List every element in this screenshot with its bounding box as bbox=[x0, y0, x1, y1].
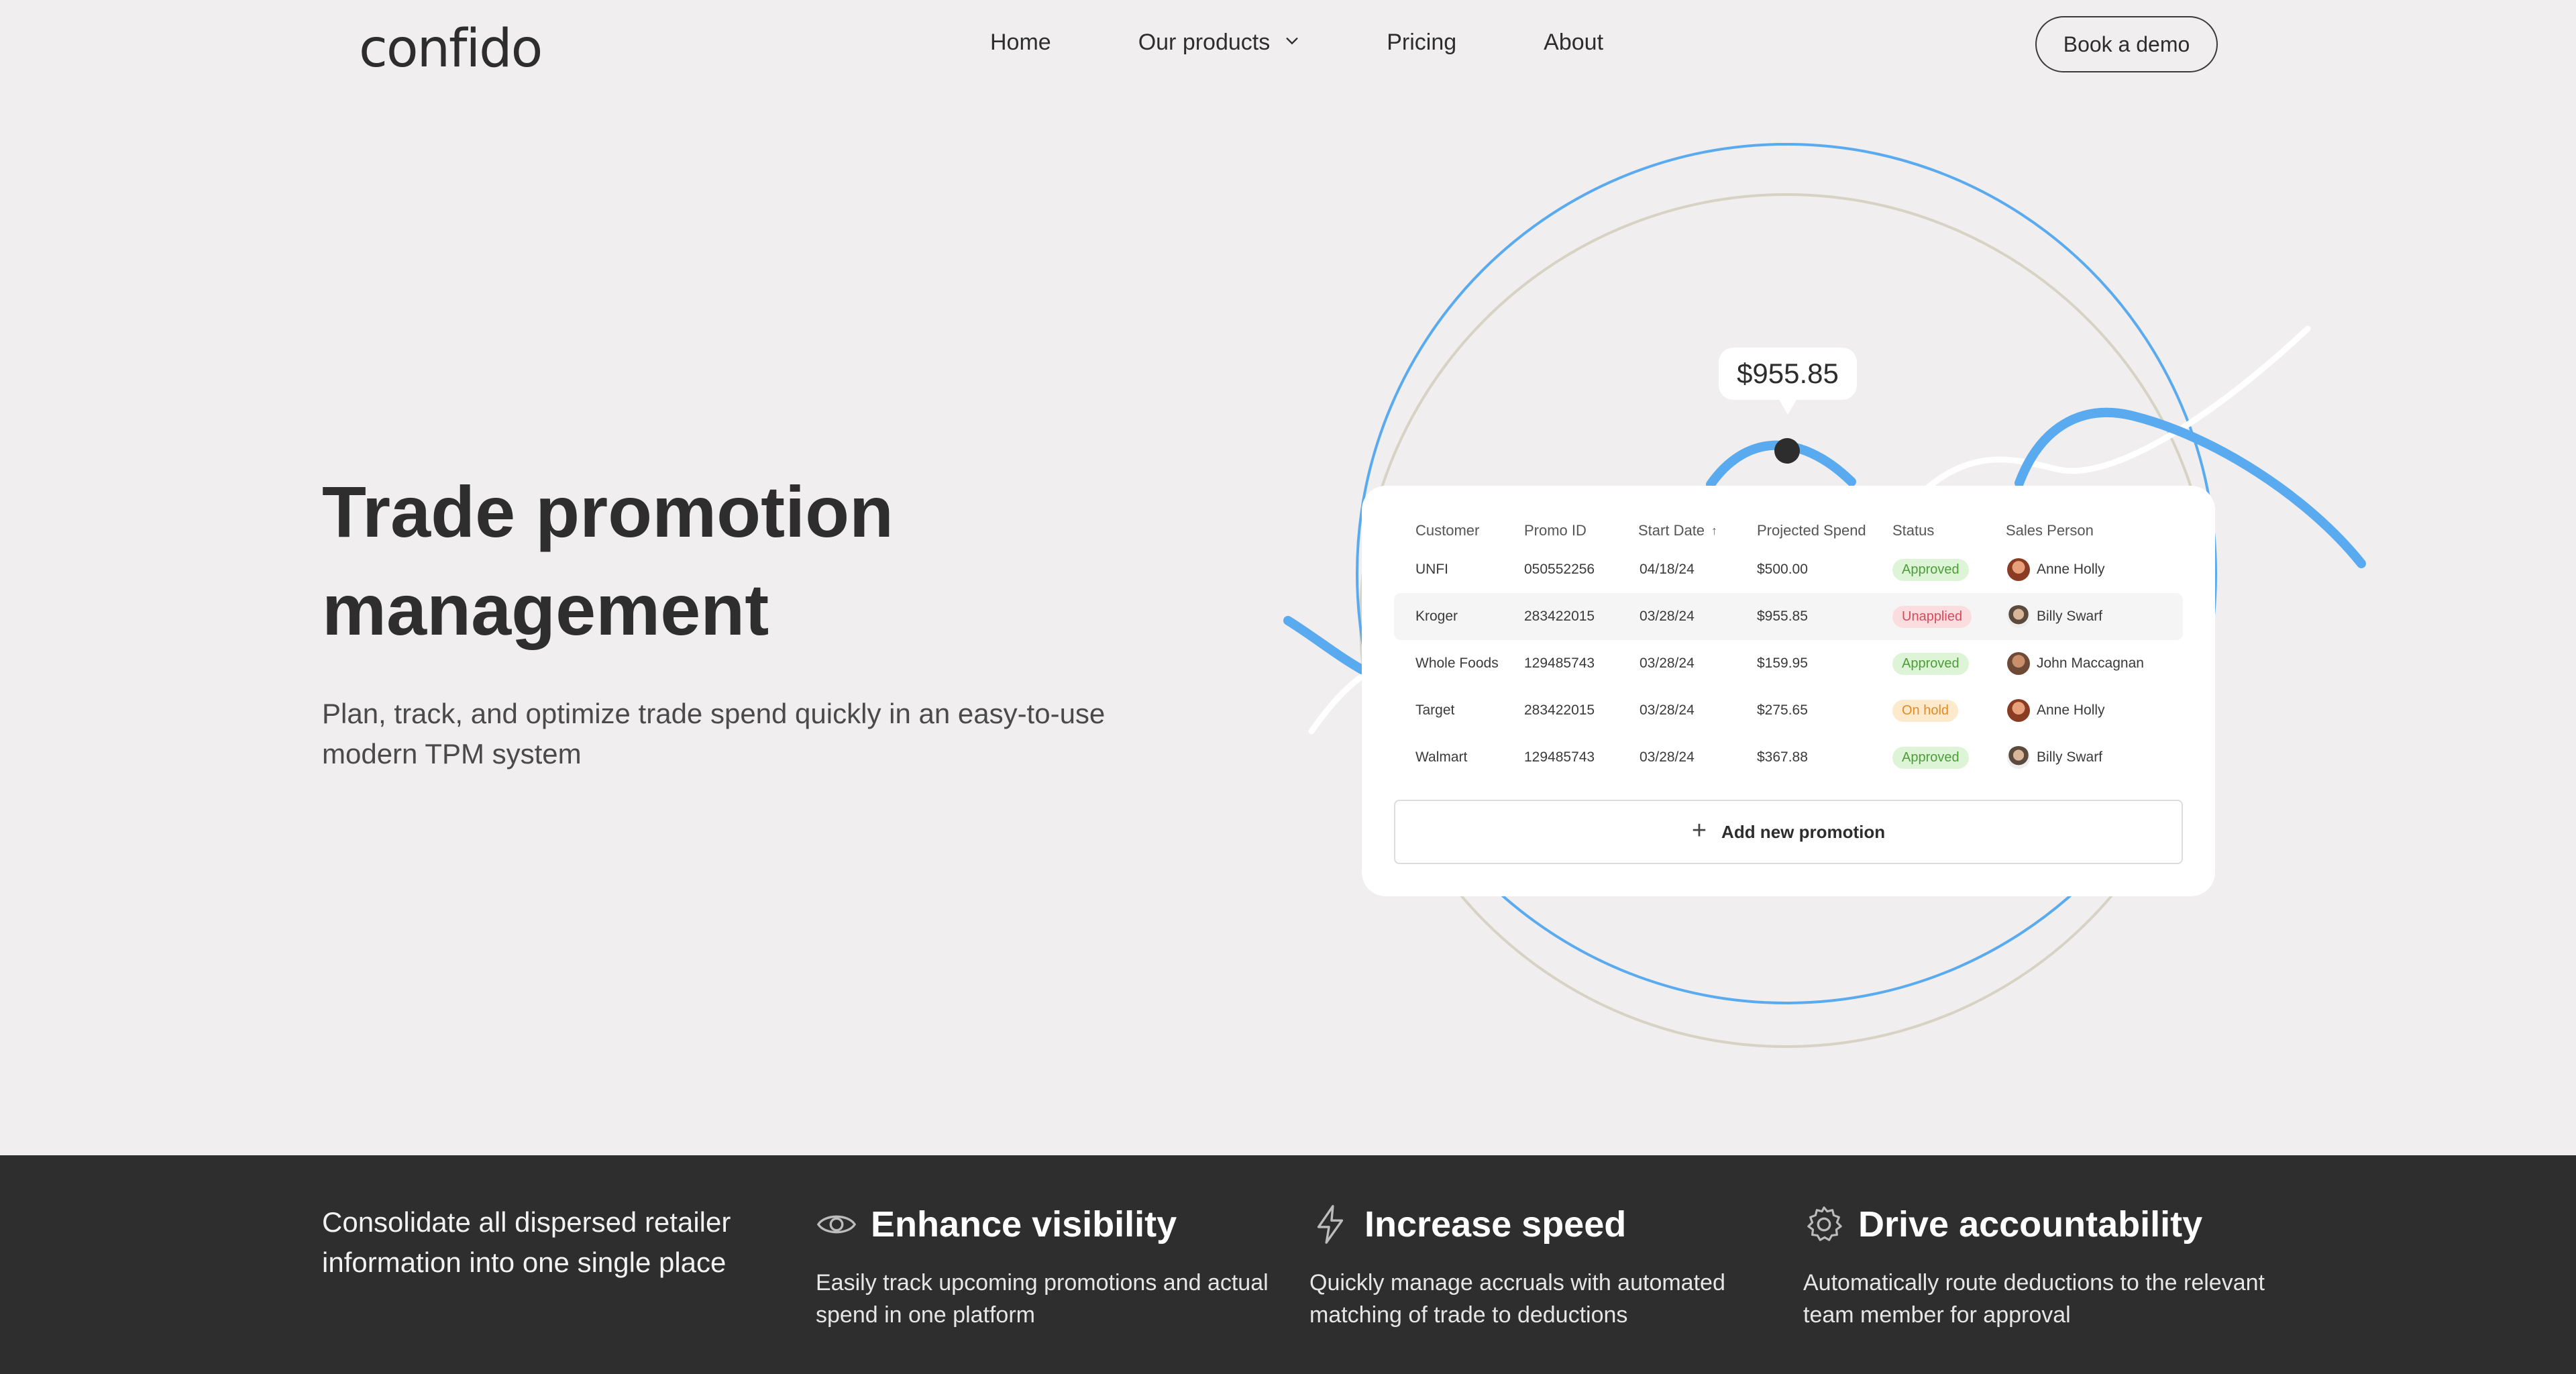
feature-desc: Easily track upcoming promotions and act… bbox=[816, 1270, 1269, 1328]
table-row[interactable]: Kroger 283422015 03/28/24 $955.85 Unappl… bbox=[1394, 593, 2183, 640]
lightning-icon bbox=[1317, 1205, 1344, 1244]
band-intro: Consolidate all dispersed retailer infor… bbox=[322, 1206, 731, 1278]
status-badge: On hold bbox=[1892, 699, 1959, 722]
price-tooltip: $955.85 bbox=[1719, 348, 1857, 415]
cell-promo-id: 129485743 bbox=[1524, 655, 1595, 671]
hero-title-line: management bbox=[322, 569, 769, 650]
blue-wave-left bbox=[1283, 616, 1366, 674]
feature-title: Increase speed bbox=[1364, 1204, 1627, 1245]
cell-promo-id: 050552256 bbox=[1524, 562, 1595, 577]
table-row[interactable]: Target 283422015 03/28/24 $275.65 On hol… bbox=[1394, 687, 2183, 734]
logo[interactable]: confido bbox=[359, 19, 543, 79]
col-start-date[interactable]: Start Date ↑ bbox=[1638, 522, 1717, 539]
cell-spend: $275.65 bbox=[1757, 702, 1808, 718]
table-row[interactable]: Whole Foods 129485743 03/28/24 $159.95 A… bbox=[1394, 640, 2183, 687]
col-sales-person[interactable]: Sales Person bbox=[2006, 522, 2094, 539]
nav-link-pricing[interactable]: Pricing bbox=[1387, 30, 1456, 56]
feature-speed: Increase speed Quickly manage accruals w… bbox=[1309, 1197, 1792, 1331]
table-row[interactable]: UNFI 050552256 04/18/24 $500.00 Approved… bbox=[1394, 546, 2183, 593]
cell-customer: Target bbox=[1415, 702, 1455, 718]
top-nav: confido Home Our products Pricing About … bbox=[0, 0, 2576, 94]
cell-spend: $955.85 bbox=[1757, 609, 1808, 624]
cell-promo-id: 129485743 bbox=[1524, 749, 1595, 765]
hero-subtitle: Plan, track, and optimize trade spend qu… bbox=[322, 698, 1106, 770]
status-badge: Approved bbox=[1892, 746, 1969, 769]
book-demo-button[interactable]: Book a demo bbox=[2035, 16, 2218, 72]
cell-customer: UNFI bbox=[1415, 562, 1448, 577]
col-start-date-label: Start Date bbox=[1638, 522, 1705, 539]
feature-visibility: Enhance visibility Easily track upcoming… bbox=[816, 1197, 1299, 1331]
feature-desc: Automatically route deductions to the re… bbox=[1803, 1270, 2265, 1328]
chevron-down-icon bbox=[1286, 37, 1298, 44]
cell-person: Billy Swarf bbox=[2037, 749, 2103, 765]
hero-title-line: Trade promotion bbox=[322, 471, 894, 552]
nav-links: Home Our products Pricing About bbox=[990, 30, 1603, 56]
col-customer[interactable]: Customer bbox=[1415, 522, 1479, 539]
hero-title: Trade promotion management bbox=[322, 463, 1127, 659]
cell-person: John Maccagnan bbox=[2037, 655, 2144, 671]
chart-point bbox=[1774, 438, 1800, 464]
col-promo-id[interactable]: Promo ID bbox=[1524, 522, 1587, 539]
cell-person: Anne Holly bbox=[2037, 702, 2105, 718]
white-wave bbox=[1922, 325, 2311, 493]
nav-link-label: Our products bbox=[1138, 30, 1271, 55]
table-row[interactable]: Walmart 129485743 03/28/24 $367.88 Appro… bbox=[1394, 734, 2183, 781]
col-status[interactable]: Status bbox=[1892, 522, 1934, 539]
cell-customer: Walmart bbox=[1415, 749, 1468, 765]
nav-link-label: About bbox=[1544, 30, 1604, 55]
status-badge: Approved bbox=[1892, 558, 1969, 581]
nav-link-products[interactable]: Our products bbox=[1138, 30, 1300, 56]
eye-icon bbox=[816, 1215, 857, 1234]
cell-start-date: 03/28/24 bbox=[1640, 702, 1695, 718]
cell-start-date: 03/28/24 bbox=[1640, 749, 1695, 765]
cell-spend: $367.88 bbox=[1757, 749, 1808, 765]
status-badge: Unapplied bbox=[1892, 605, 1972, 628]
cell-person: Anne Holly bbox=[2037, 562, 2105, 577]
cell-promo-id: 283422015 bbox=[1524, 702, 1595, 718]
cell-start-date: 04/18/24 bbox=[1640, 562, 1695, 577]
avatar bbox=[2007, 746, 2030, 769]
feature-title: Drive accountability bbox=[1858, 1204, 2203, 1245]
nav-link-about[interactable]: About bbox=[1544, 30, 1603, 56]
add-promotion-button[interactable]: + Add new promotion bbox=[1394, 800, 2183, 864]
feature-desc: Quickly manage accruals with automated m… bbox=[1309, 1270, 1725, 1328]
avatar bbox=[2007, 605, 2030, 628]
col-projected-spend[interactable]: Projected Spend bbox=[1757, 522, 1866, 539]
sort-asc-icon: ↑ bbox=[1711, 523, 1718, 537]
promotions-card: Customer Promo ID Start Date ↑ Projected … bbox=[1362, 486, 2215, 896]
nav-link-label: Pricing bbox=[1387, 30, 1457, 55]
cell-spend: $500.00 bbox=[1757, 562, 1808, 577]
cell-spend: $159.95 bbox=[1757, 655, 1808, 671]
cell-customer: Whole Foods bbox=[1415, 655, 1499, 671]
plus-icon: + bbox=[1691, 816, 1707, 845]
add-promotion-label: Add new promotion bbox=[1721, 821, 1886, 842]
status-badge: Approved bbox=[1892, 652, 1969, 675]
gear-icon bbox=[1807, 1206, 1842, 1241]
avatar bbox=[2007, 652, 2030, 675]
cell-promo-id: 283422015 bbox=[1524, 609, 1595, 624]
cell-start-date: 03/28/24 bbox=[1640, 609, 1695, 624]
avatar bbox=[2007, 558, 2030, 581]
features-band: Consolidate all dispersed retailer infor… bbox=[0, 1155, 2576, 1374]
feature-accountability: Drive accountability Automatically route… bbox=[1803, 1197, 2286, 1331]
avatar bbox=[2007, 699, 2030, 722]
feature-title: Enhance visibility bbox=[871, 1204, 1177, 1245]
nav-link-home[interactable]: Home bbox=[990, 30, 1051, 56]
cell-customer: Kroger bbox=[1415, 609, 1458, 624]
cell-person: Billy Swarf bbox=[2037, 609, 2103, 624]
nav-link-label: Home bbox=[990, 30, 1051, 55]
cell-start-date: 03/28/24 bbox=[1640, 655, 1695, 671]
